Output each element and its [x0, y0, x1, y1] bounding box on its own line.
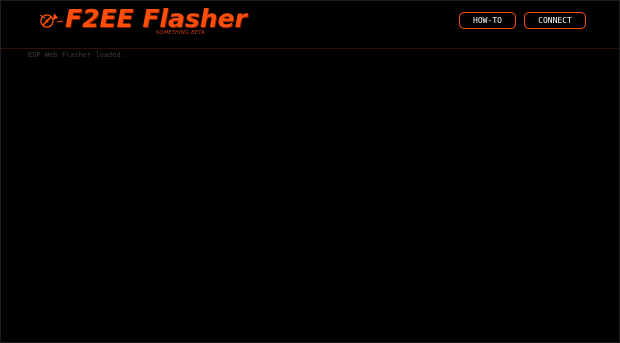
- console-line: ESP Web Flasher loaded.: [28, 51, 125, 59]
- header-bar: F2EE Flasher SOMETHING.BETA HOW-TO CONNE…: [1, 1, 619, 49]
- howto-button[interactable]: HOW-TO: [459, 12, 516, 29]
- app-window: F2EE Flasher SOMETHING.BETA HOW-TO CONNE…: [0, 0, 620, 343]
- connect-button[interactable]: CONNECT: [524, 12, 586, 29]
- flame-logo-icon: [39, 13, 64, 28]
- app-title: F2EE Flasher: [65, 4, 247, 33]
- app-subtitle: SOMETHING.BETA: [156, 30, 205, 36]
- console-log: ESP Web Flasher loaded.: [1, 49, 619, 342]
